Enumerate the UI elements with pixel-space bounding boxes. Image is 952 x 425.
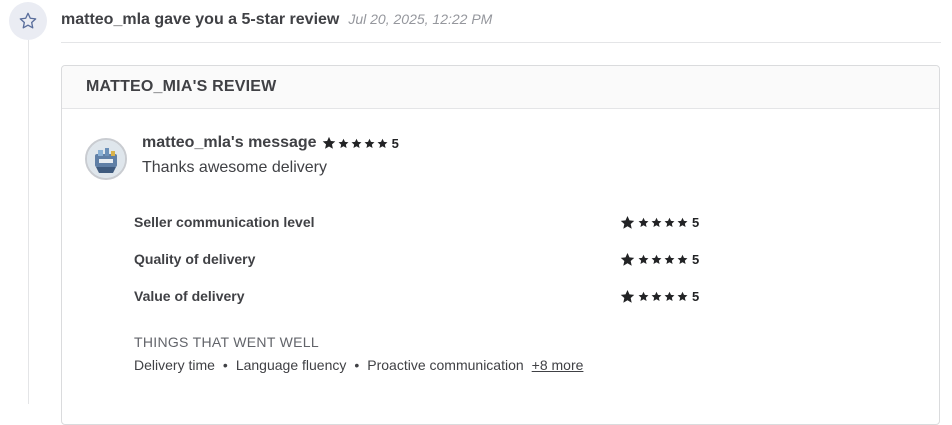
went-well-item: Proactive communication bbox=[367, 357, 524, 373]
went-well-item: Language fluency bbox=[235, 357, 347, 373]
rating-row-quality: Quality of delivery 5 bbox=[134, 249, 714, 269]
star-icon bbox=[620, 252, 635, 266]
star-icon bbox=[664, 291, 675, 301]
star-icon bbox=[664, 217, 675, 227]
star-rating bbox=[620, 215, 688, 230]
star-icon bbox=[322, 136, 335, 149]
star-rating bbox=[322, 136, 388, 150]
user-avatar-image bbox=[87, 140, 125, 178]
star-icon bbox=[638, 291, 649, 301]
bullet-separator: • bbox=[354, 357, 360, 373]
more-link[interactable]: +8 more bbox=[532, 357, 584, 373]
star-icon bbox=[338, 138, 349, 148]
message-text: Thanks awesome delivery bbox=[142, 159, 327, 176]
rating-label: Seller communication level bbox=[134, 214, 315, 230]
star-icon bbox=[664, 254, 675, 264]
star-icon bbox=[638, 217, 649, 227]
rating-score: 5 bbox=[692, 214, 700, 230]
event-header: matteo_mla gave you a 5-star review Jul … bbox=[61, 11, 492, 31]
avatar[interactable] bbox=[85, 138, 127, 180]
message-block: matteo_mla's message 5 Thanks awesome de… bbox=[142, 134, 399, 177]
event-title: matteo_mla gave you a 5-star review bbox=[61, 11, 340, 28]
rating-score: 5 bbox=[692, 288, 700, 304]
star-outline-icon bbox=[19, 12, 37, 29]
card-header: MATTEO_MIA'S REVIEW bbox=[62, 66, 939, 109]
header-divider bbox=[61, 42, 941, 43]
star-icon bbox=[651, 291, 662, 301]
rating-row-communication: Seller communication level 5 bbox=[134, 212, 714, 232]
review-card: MATTEO_MIA'S REVIEW matteo_mla's message… bbox=[61, 65, 940, 425]
star-icon bbox=[620, 215, 635, 229]
star-rating bbox=[620, 289, 688, 304]
star-rating bbox=[620, 252, 688, 267]
star-icon bbox=[638, 254, 649, 264]
star-icon bbox=[677, 254, 688, 264]
went-well-item: Delivery time bbox=[134, 357, 215, 373]
star-icon bbox=[651, 217, 662, 227]
event-timestamp: Jul 20, 2025, 12:22 PM bbox=[348, 11, 493, 27]
message-author: matteo_mla's message bbox=[142, 134, 317, 151]
rating-label: Quality of delivery bbox=[134, 251, 256, 267]
bullet-separator: • bbox=[222, 357, 228, 373]
star-icon bbox=[651, 254, 662, 264]
message-header: matteo_mla's message 5 bbox=[142, 134, 399, 152]
went-well-title: THINGS THAT WENT WELL bbox=[134, 334, 319, 350]
rating-row-value: Value of delivery 5 bbox=[134, 286, 714, 306]
timeline-line bbox=[28, 40, 29, 404]
rating-label: Value of delivery bbox=[134, 288, 245, 304]
star-icon bbox=[677, 291, 688, 301]
star-icon bbox=[620, 289, 635, 303]
star-icon bbox=[364, 138, 375, 148]
went-well-list: Delivery time • Language fluency • Proac… bbox=[134, 357, 583, 373]
review-event-icon bbox=[9, 2, 47, 40]
star-icon bbox=[677, 217, 688, 227]
message-score: 5 bbox=[391, 135, 399, 151]
star-icon bbox=[351, 138, 362, 148]
card-title: MATTEO_MIA'S REVIEW bbox=[86, 78, 277, 95]
star-icon bbox=[377, 138, 388, 148]
rating-score: 5 bbox=[692, 251, 700, 267]
